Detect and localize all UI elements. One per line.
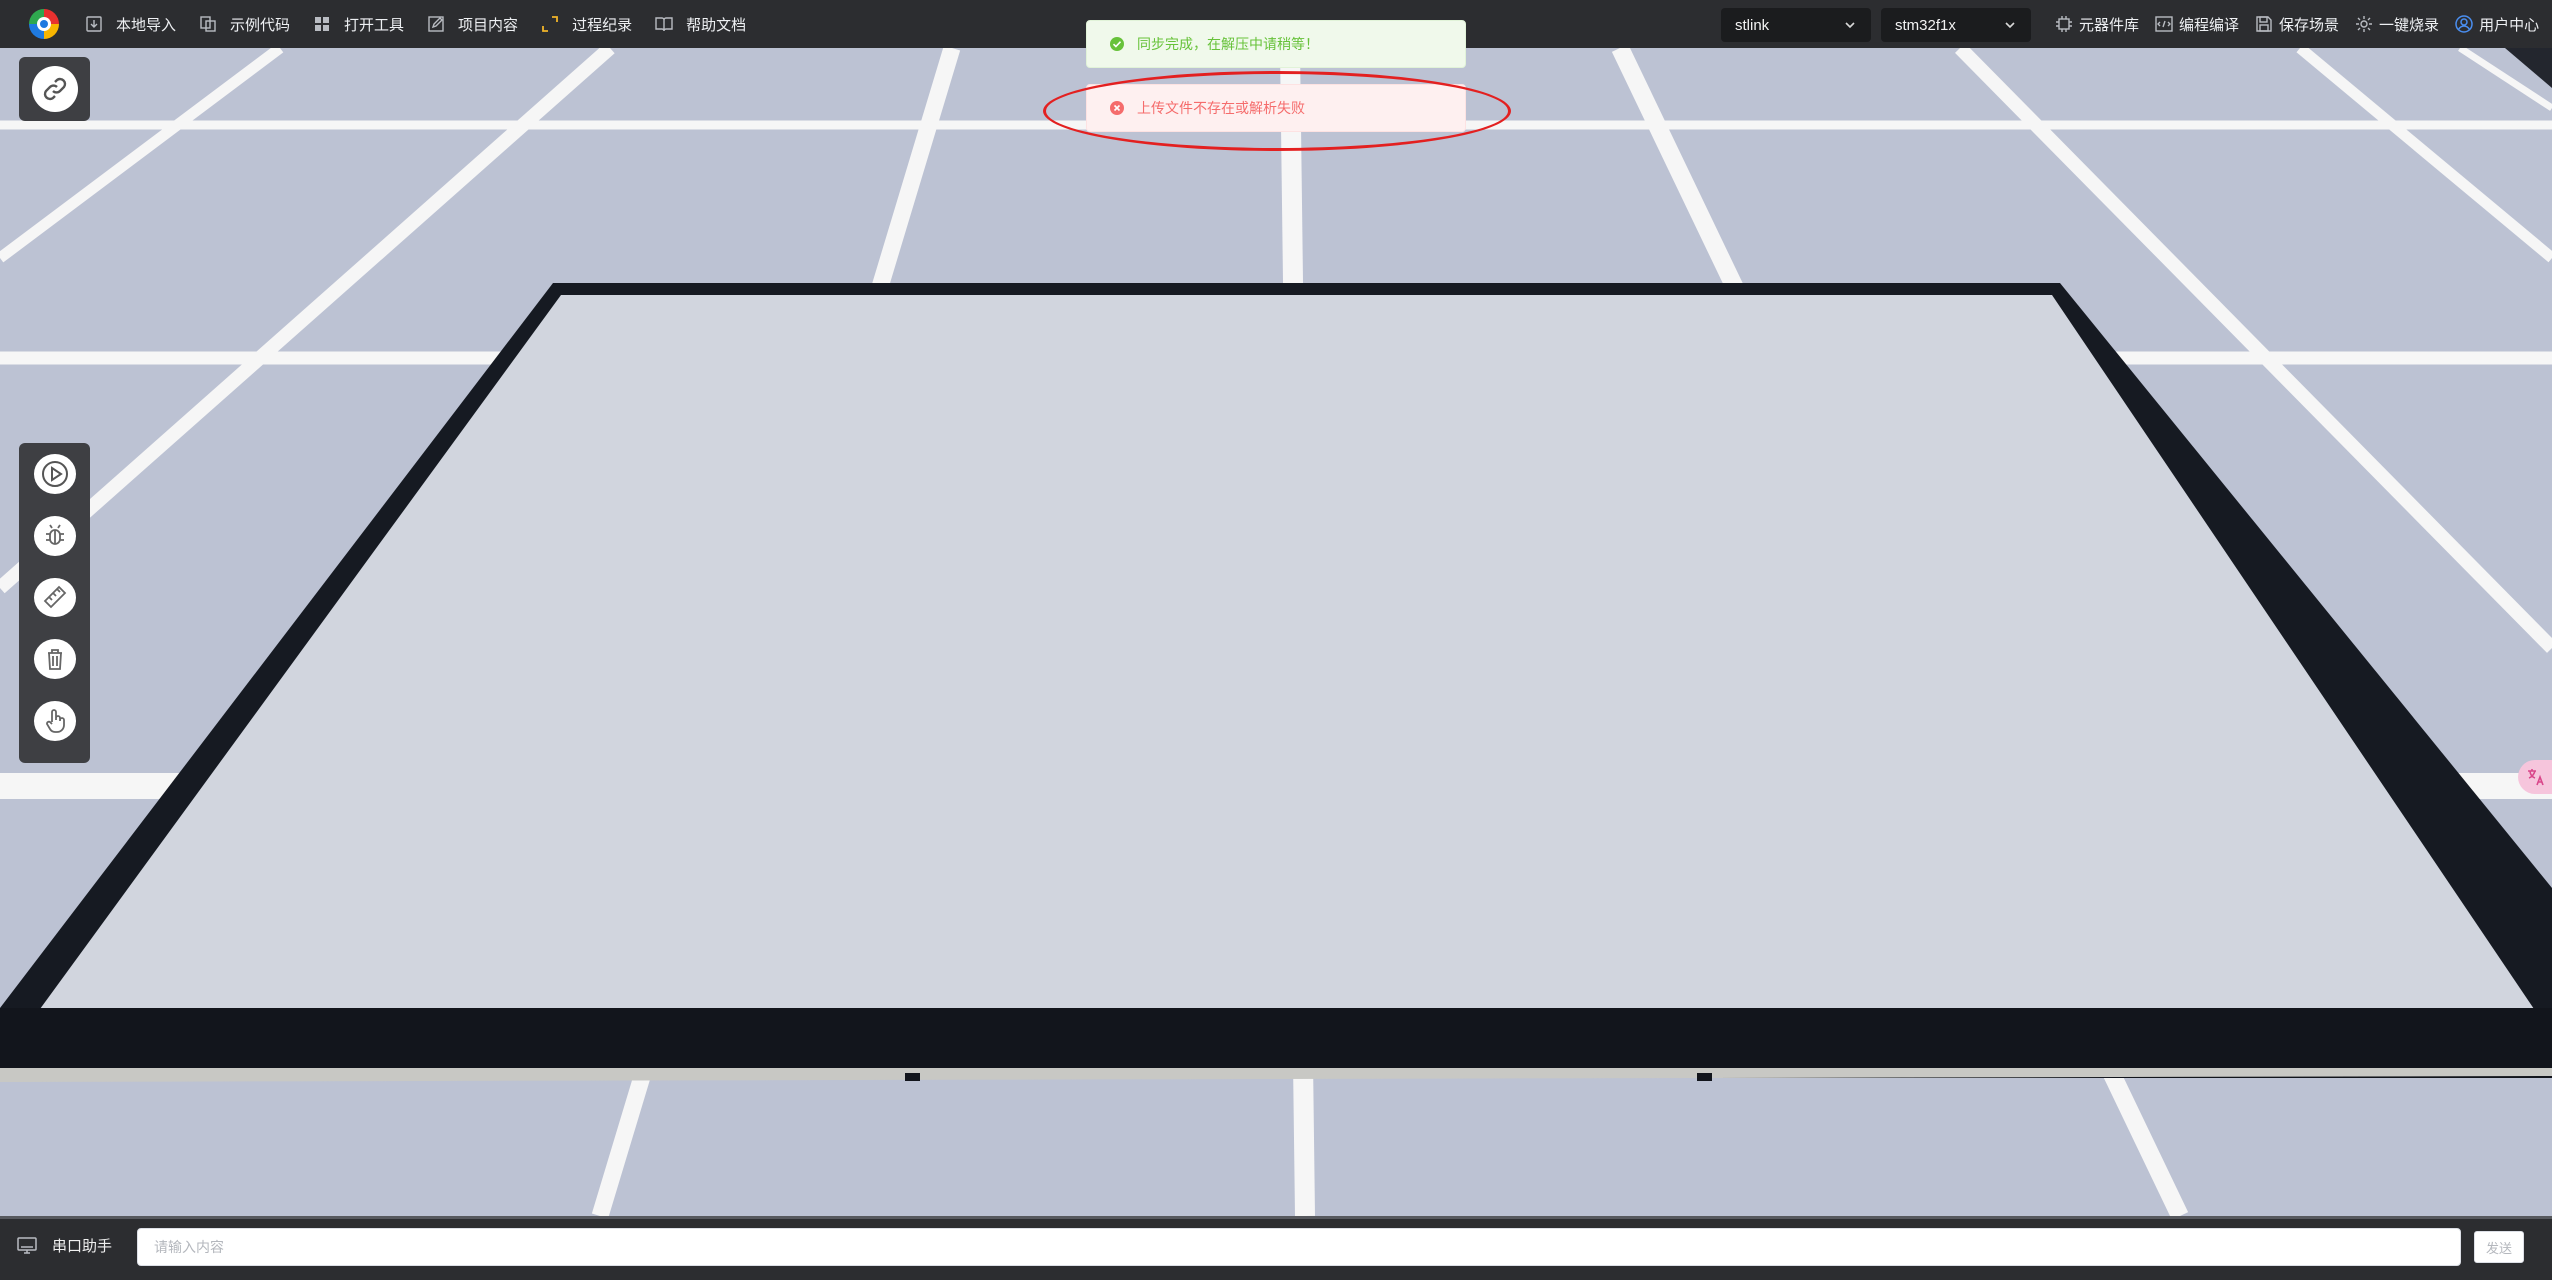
chip-icon [2056, 16, 2072, 32]
menu-open-tools[interactable]: 打开工具 [312, 14, 404, 35]
main-menu: 本地导入 示例代码 打开工具 项目内容 过程纪录 帮助文档 [84, 0, 768, 48]
link-tool-panel [19, 57, 90, 121]
menu-label: 保存场景 [2279, 16, 2340, 34]
ruler-icon [43, 586, 66, 609]
delete-button[interactable] [33, 639, 76, 680]
monitor-icon [17, 1237, 37, 1254]
cog-burn-icon [2356, 16, 2373, 32]
translate-float-button[interactable] [2518, 760, 2552, 794]
user-icon [2455, 15, 2473, 33]
code-compile-icon [2155, 16, 2173, 32]
measure-button[interactable] [33, 577, 76, 618]
run-button[interactable] [33, 454, 76, 494]
3d-scene-canvas[interactable] [0, 48, 2552, 1216]
chevron-down-icon [2005, 22, 2015, 29]
debugger-select-value: stlink [1735, 16, 1770, 34]
menu-label: 打开工具 [344, 16, 405, 34]
menu-label: 帮助文档 [686, 16, 747, 34]
menu-one-click-burn[interactable]: 一键烧录 [2354, 14, 2439, 35]
menu-compile[interactable]: 编程编译 [2154, 14, 2239, 35]
save-icon [2256, 16, 2272, 32]
chip-select-value: stm32f1x [1895, 16, 1956, 34]
translate-icon [2528, 769, 2544, 786]
serial-label-text: 串口助手 [52, 1237, 113, 1255]
app-logo-icon [29, 9, 59, 39]
link-chain-icon [43, 77, 66, 101]
edit-icon [428, 16, 444, 32]
highlight-annotation [1043, 71, 1511, 151]
serial-assistant-label[interactable]: 串口助手 [16, 1234, 112, 1256]
send-button[interactable]: 发送 [2474, 1231, 2524, 1263]
menu-label: 编程编译 [2179, 16, 2240, 34]
apps-grid-icon [315, 17, 330, 31]
menu-label: 本地导入 [116, 16, 177, 34]
serial-assistant-bar: 串口助手 发送 [0, 1216, 2552, 1280]
hand-select-button[interactable] [33, 701, 76, 741]
play-icon [41, 460, 68, 487]
success-notification: 同步完成，在解压中请稍等！ [1086, 20, 1466, 68]
link-button[interactable] [31, 66, 78, 112]
menu-user-center[interactable]: 用户中心 [2454, 14, 2539, 35]
menu-label: 一键烧录 [2379, 16, 2440, 34]
serial-input[interactable] [137, 1228, 2461, 1266]
menu-local-import[interactable]: 本地导入 [84, 14, 176, 35]
chevron-down-icon [1845, 22, 1855, 29]
menu-label: 示例代码 [230, 16, 291, 34]
menu-help-docs[interactable]: 帮助文档 [654, 14, 746, 35]
right-menu: 元器件库 编程编译 保存场景 一键烧录 用户中心 [2054, 0, 2552, 48]
menu-label: 过程纪录 [572, 16, 633, 34]
menu-project-content[interactable]: 项目内容 [426, 14, 518, 35]
menu-label: 元器件库 [2079, 16, 2140, 34]
debug-button[interactable] [33, 515, 76, 556]
bug-icon [45, 524, 64, 545]
menu-label: 项目内容 [458, 16, 519, 34]
menu-label: 用户中心 [2479, 16, 2540, 34]
expand-icon [542, 16, 558, 32]
menu-component-library[interactable]: 元器件库 [2054, 14, 2139, 35]
success-check-icon [1110, 37, 1124, 51]
success-message: 同步完成，在解压中请稍等！ [1137, 36, 1319, 52]
copy-icon [200, 16, 216, 32]
trash-icon [47, 649, 62, 671]
left-tool-panel [19, 443, 90, 763]
menu-sample-code[interactable]: 示例代码 [198, 14, 290, 35]
menu-process-record[interactable]: 过程纪录 [540, 14, 632, 35]
chip-select[interactable]: stm32f1x [1881, 8, 2031, 42]
debugger-select[interactable]: stlink [1721, 8, 1871, 42]
book-icon [655, 17, 673, 32]
import-icon [86, 16, 102, 32]
menu-save-scene[interactable]: 保存场景 [2254, 14, 2339, 35]
hand-pointer-icon [45, 709, 65, 733]
